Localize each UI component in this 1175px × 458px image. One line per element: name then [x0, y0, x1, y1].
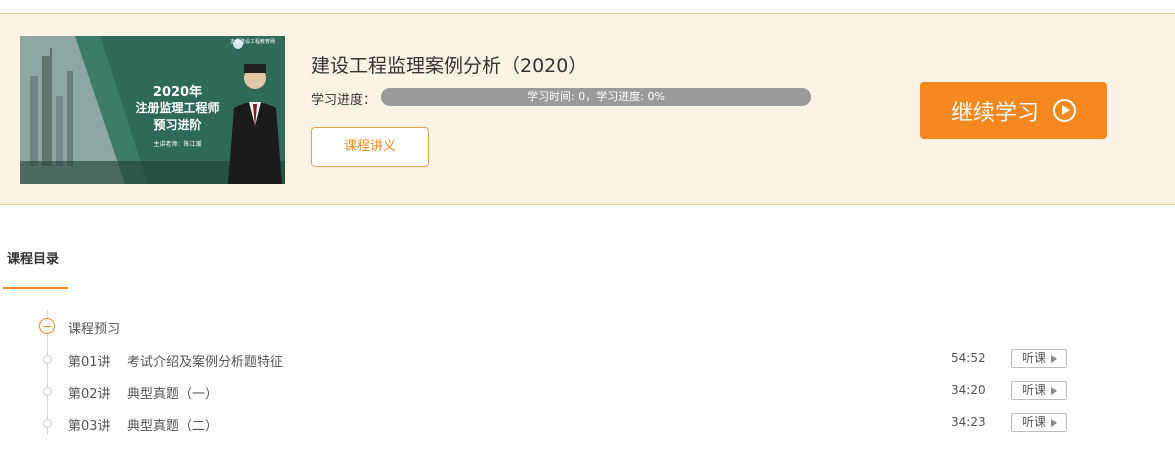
collapse-icon[interactable] [39, 318, 55, 334]
course-title: 建设工程监理案例分析（2020） [311, 55, 588, 77]
lesson-row: 第01讲 考试介绍及案例分析题特征 54:52 听课 [0, 349, 1175, 370]
listen-button[interactable]: 听课 [1011, 413, 1067, 432]
play-icon [1053, 99, 1076, 122]
course-notes-button[interactable]: 课程讲义 [311, 127, 429, 167]
thumbnail-line1: 注册监理工程师 [135, 101, 220, 115]
thumbnail-year: 2020年 [152, 85, 203, 100]
lesson-name[interactable]: 典型真题（一） [127, 383, 218, 402]
lesson-row: 第03讲 典型真题（二） 34:23 听课 [0, 413, 1175, 434]
lesson-duration: 54:52 [951, 351, 986, 365]
triangle-right-icon [1051, 355, 1057, 363]
listen-button[interactable]: 听课 [1011, 381, 1067, 400]
lesson-duration: 34:23 [951, 415, 986, 429]
listen-label: 听课 [1022, 351, 1047, 365]
lesson-name[interactable]: 考试介绍及案例分析题特征 [127, 351, 283, 370]
lesson-row: 第02讲 典型真题（一） 34:20 听课 [0, 381, 1175, 402]
thumbnail-teacher: 主讲老师：陈江潮 [153, 141, 202, 148]
progress-text: 学习时间: 0，学习进度: 0% [527, 90, 665, 103]
triangle-right-icon [1051, 419, 1057, 427]
progress-bar: 学习时间: 0，学习进度: 0% [381, 88, 811, 106]
timeline-dot-icon [43, 355, 52, 364]
lesson-number: 第01讲 [68, 355, 111, 370]
continue-learning-button[interactable]: 继续学习 [920, 82, 1107, 139]
lesson-number: 第02讲 [68, 387, 111, 402]
lesson-number: 第03讲 [68, 419, 111, 434]
lesson-name[interactable]: 典型真题（二） [127, 415, 218, 434]
listen-label: 听课 [1022, 383, 1047, 397]
lesson-duration: 34:20 [951, 383, 986, 397]
catalog-heading[interactable]: 课程目录 [7, 248, 59, 267]
continue-learning-label: 继续学习 [950, 100, 1039, 126]
timeline-dot-icon [43, 387, 52, 396]
course-thumbnail[interactable]: 正保建设工程教育网 2020年 注册监理工程师 预习进阶 主讲老师：陈江潮 [20, 36, 285, 184]
course-banner: 正保建设工程教育网 2020年 注册监理工程师 预习进阶 主讲老师：陈江潮 建设… [0, 13, 1175, 205]
chapter-title[interactable]: 课程预习 [68, 318, 120, 337]
listen-label: 听课 [1022, 415, 1047, 429]
timeline-dot-icon [43, 419, 52, 428]
catalog-tab-underline [3, 287, 68, 289]
thumbnail-line2: 预习进阶 [153, 118, 202, 132]
progress-label: 学习进度： [311, 93, 377, 108]
thumbnail-logo: 正保建设工程教育网 [230, 39, 276, 45]
listen-button[interactable]: 听课 [1011, 349, 1067, 368]
triangle-right-icon [1051, 387, 1057, 395]
